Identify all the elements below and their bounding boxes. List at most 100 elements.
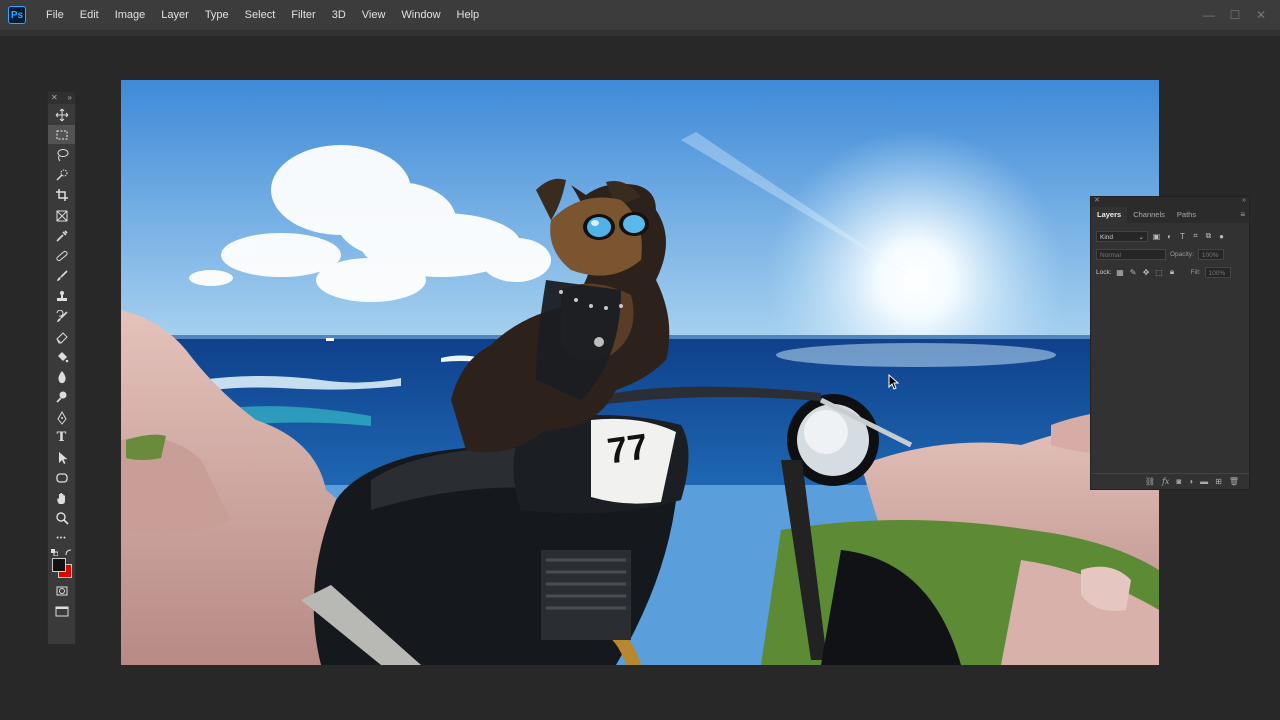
opacity-value: 100%: [1201, 251, 1219, 259]
add-mask-icon[interactable]: ◙: [1176, 477, 1181, 486]
brush-icon: [56, 270, 68, 282]
dodge-icon: [55, 391, 66, 403]
close-panel-icon[interactable]: ✕: [1094, 197, 1100, 205]
lock-artboard-icon[interactable]: ⬚: [1155, 268, 1164, 277]
maximize-button[interactable]: ☐: [1222, 8, 1248, 22]
lock-row: Lock: ▦ ✎ ✥ ⬚ 🔒︎ Fill: 100%: [1091, 263, 1249, 281]
menu-type[interactable]: Type: [197, 0, 237, 30]
menu-filter[interactable]: Filter: [283, 0, 323, 30]
menu-edit[interactable]: Edit: [72, 0, 107, 30]
expand-panel-icon[interactable]: »: [68, 92, 72, 104]
opacity-input[interactable]: 100%: [1197, 248, 1224, 260]
crop-tool[interactable]: [48, 186, 75, 205]
layers-list[interactable]: [1091, 287, 1249, 473]
lock-position-icon[interactable]: ✥: [1142, 268, 1151, 277]
fill-input[interactable]: 100%: [1204, 266, 1231, 278]
swap-colors-icon[interactable]: [65, 549, 72, 556]
document-canvas[interactable]: 77: [121, 80, 1159, 665]
healing-brush-tool[interactable]: [48, 247, 75, 266]
menu-bar: Ps File Edit Image Layer Type Select Fil…: [0, 0, 1280, 30]
blur-tool[interactable]: [48, 368, 75, 387]
smart-object-filter-icon[interactable]: ⧉: [1204, 231, 1213, 241]
type-icon: T: [56, 430, 67, 446]
chevron-down-icon: ⌄: [1138, 233, 1144, 241]
tab-paths[interactable]: Paths: [1171, 207, 1202, 223]
shape-tool[interactable]: [48, 469, 75, 488]
default-colors-icon[interactable]: [51, 549, 58, 557]
type-filter-icon[interactable]: T: [1178, 232, 1187, 241]
foreground-color-swatch[interactable]: [52, 558, 66, 573]
rect-marquee-icon: [56, 130, 67, 140]
pen-tool[interactable]: [48, 408, 75, 427]
menu-select[interactable]: Select: [237, 0, 284, 30]
menu-image[interactable]: Image: [107, 0, 154, 30]
lock-all-icon[interactable]: 🔒︎: [1168, 267, 1177, 277]
quick-mask-tool[interactable]: [48, 581, 75, 600]
adjustment-filter-icon[interactable]: ◐: [1165, 232, 1174, 241]
screen-mode-icon: [55, 606, 68, 617]
hand-tool[interactable]: [48, 489, 75, 508]
blend-mode-select[interactable]: Normal: [1096, 248, 1166, 260]
menu-view[interactable]: View: [354, 0, 394, 30]
path-select-tool[interactable]: [48, 448, 75, 467]
filter-kind-select[interactable]: Kind ⌄: [1096, 230, 1148, 242]
zoom-tool[interactable]: [48, 509, 75, 528]
photoshop-logo[interactable]: Ps: [8, 6, 26, 24]
shape-filter-icon[interactable]: ⌗: [1191, 231, 1200, 241]
new-group-icon[interactable]: ▬: [1200, 477, 1208, 486]
more-tools[interactable]: •••: [48, 529, 75, 548]
trash-icon[interactable]: 🗑︎: [1229, 477, 1239, 486]
lock-transparency-icon[interactable]: ▦: [1116, 268, 1125, 277]
lasso-icon: [57, 149, 68, 162]
eyedropper-tool[interactable]: [48, 226, 75, 245]
panel-menu-icon[interactable]: ≡: [1240, 207, 1249, 223]
type-tool[interactable]: T: [48, 428, 75, 447]
quick-select-tool[interactable]: [48, 166, 75, 185]
close-button[interactable]: ✕: [1248, 8, 1274, 22]
clone-stamp-tool[interactable]: [48, 287, 75, 306]
fill-label: Fill:: [1190, 268, 1201, 276]
fill-value: 100%: [1208, 269, 1226, 277]
paint-bucket-tool[interactable]: [48, 347, 75, 366]
move-tool[interactable]: [48, 105, 75, 124]
dodge-tool[interactable]: [48, 388, 75, 407]
history-brush-tool[interactable]: [48, 307, 75, 326]
screen-mode-tool[interactable]: [48, 602, 75, 621]
canvas-image: 77: [121, 80, 1159, 665]
marquee-tool[interactable]: [48, 125, 75, 145]
pixel-filter-icon[interactable]: ▣: [1152, 232, 1161, 241]
menu-help[interactable]: Help: [449, 0, 488, 30]
lock-pixels-icon[interactable]: ✎: [1129, 268, 1138, 277]
tab-layers[interactable]: Layers: [1091, 207, 1128, 223]
paint-bucket-icon: [57, 351, 68, 363]
fx-icon[interactable]: fx: [1162, 477, 1169, 486]
pen-icon: [56, 410, 67, 425]
arrow-select-icon: [58, 451, 67, 464]
adjustment-layer-icon[interactable]: ◑: [1188, 477, 1193, 486]
zoom-icon: [55, 512, 69, 526]
frame-tool[interactable]: [48, 206, 75, 225]
menu-3d[interactable]: 3D: [324, 0, 354, 30]
menu-window[interactable]: Window: [393, 0, 448, 30]
brush-tool[interactable]: [48, 267, 75, 286]
menu-layer[interactable]: Layer: [153, 0, 197, 30]
link-layers-icon[interactable]: ⛓: [1145, 477, 1155, 486]
tab-channels[interactable]: Channels: [1127, 207, 1171, 223]
move-icon: [55, 108, 68, 122]
new-layer-icon[interactable]: ⊞: [1215, 477, 1222, 486]
collapse-panel-icon[interactable]: »: [1242, 197, 1246, 205]
filter-toggle-icon[interactable]: ●: [1217, 232, 1226, 241]
lasso-tool[interactable]: [48, 146, 75, 165]
eraser-tool[interactable]: [48, 327, 75, 346]
minimize-button[interactable]: —: [1196, 8, 1222, 22]
hand-icon: [56, 493, 65, 505]
layers-panel-header: ✕ »: [1091, 197, 1249, 205]
history-brush-icon: [56, 309, 68, 322]
close-panel-icon[interactable]: ✕: [51, 92, 58, 104]
menu-file[interactable]: File: [38, 0, 72, 30]
droplet-icon: [57, 371, 66, 384]
quick-select-icon: [55, 169, 67, 181]
blend-mode-value: Normal: [1100, 251, 1121, 259]
svg-text:77: 77: [605, 425, 650, 471]
window-controls: — ☐ ✕: [1196, 0, 1274, 30]
